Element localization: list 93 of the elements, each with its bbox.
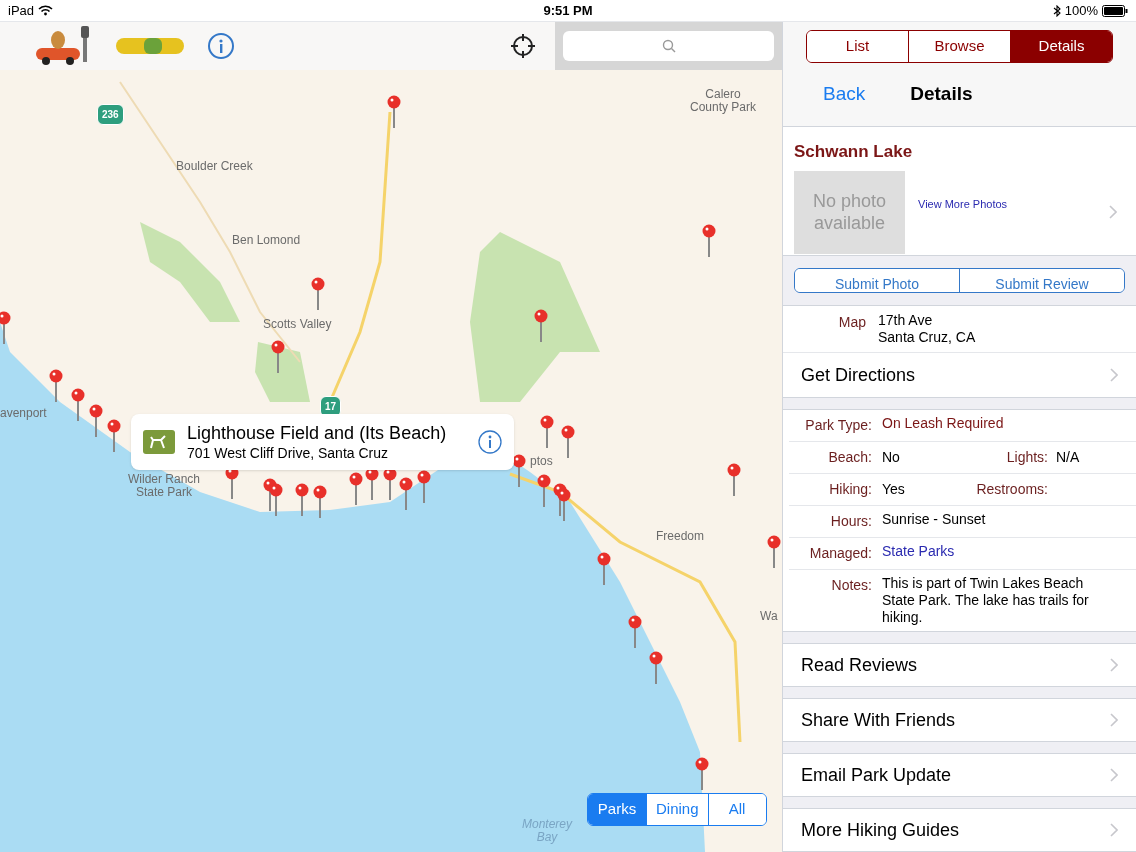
managed-link[interactable]: State Parks xyxy=(882,543,1092,564)
field-label: Restrooms: xyxy=(975,480,1048,499)
locate-icon[interactable] xyxy=(511,34,535,58)
map-place-label: ptos xyxy=(530,455,553,468)
map-pin-icon[interactable] xyxy=(71,388,85,422)
submit-button[interactable]: Submit Photo xyxy=(795,268,959,292)
info-button[interactable] xyxy=(208,33,234,59)
callout-title: Lighthouse Field and (Its Beach) xyxy=(187,422,447,445)
menu-row[interactable]: Share With Friends xyxy=(783,698,1136,742)
field-value: Sunrise - Sunset xyxy=(882,511,987,529)
map-pin-icon[interactable] xyxy=(417,470,431,504)
map-pin-icon[interactable] xyxy=(311,277,325,311)
map-pin-icon[interactable] xyxy=(537,474,551,508)
map-pin-icon[interactable] xyxy=(727,463,741,497)
map-pin-icon[interactable] xyxy=(89,404,103,438)
field-value: Yes xyxy=(882,480,906,499)
map-pin-icon[interactable] xyxy=(540,415,554,449)
search-field[interactable] xyxy=(563,31,774,61)
map-pin-icon[interactable] xyxy=(534,309,548,343)
map-pin-icon[interactable] xyxy=(557,488,571,522)
map-pin-icon[interactable] xyxy=(702,224,716,258)
segment-tab[interactable]: Browse xyxy=(908,31,1010,62)
map-pin-icon[interactable] xyxy=(349,472,363,506)
view-more-photos-link[interactable]: View More Photos xyxy=(918,195,1008,213)
map-place-label: Scotts Valley xyxy=(263,318,332,331)
menu-row[interactable]: Read Reviews xyxy=(783,643,1136,687)
map-pin-icon[interactable] xyxy=(649,651,663,685)
map-pin-icon[interactable] xyxy=(597,552,611,586)
map-pin-icon[interactable] xyxy=(0,311,11,345)
map-pin-icon[interactable] xyxy=(695,757,709,791)
segment-tab[interactable]: Details xyxy=(1010,31,1112,62)
place-name: Schwann Lake xyxy=(794,141,914,163)
menu-row[interactable]: More Hiking Guides xyxy=(783,808,1136,852)
bluetooth-icon xyxy=(1052,4,1061,17)
field-label: Map xyxy=(837,313,866,332)
search-icon xyxy=(661,39,676,53)
field-label: Lights: xyxy=(1005,448,1048,467)
page-title: Details xyxy=(910,82,973,107)
map-place-label: Ben Lomond xyxy=(232,234,301,247)
chevron-right-icon xyxy=(1110,713,1118,727)
map-pin-icon[interactable] xyxy=(107,419,121,453)
field-label: Notes: xyxy=(830,576,872,595)
wifi-icon xyxy=(38,5,54,16)
clock: 9:51 PM xyxy=(543,1,593,20)
battery-percent: 100% xyxy=(1064,1,1098,20)
highway-shield: 236 xyxy=(97,104,124,125)
filter-tab[interactable]: All xyxy=(707,794,766,825)
dog-car-logo xyxy=(34,24,92,68)
field-value: On Leash Required xyxy=(882,415,1005,433)
info-icon[interactable] xyxy=(478,430,502,454)
back-button[interactable]: Back xyxy=(823,80,866,109)
chevron-right-icon xyxy=(1110,768,1118,782)
get-directions-row[interactable]: Get Directions xyxy=(783,353,1136,397)
map-pin-icon[interactable] xyxy=(269,483,283,517)
menu-row[interactable]: Email Park Update xyxy=(783,753,1136,797)
chevron-right-icon xyxy=(1110,823,1118,837)
field-value: This is part of Twin Lakes Beach State Park. The lake has trails for hiking. xyxy=(882,575,1090,626)
filter-tab[interactable]: Parks xyxy=(588,794,646,825)
map-pin-icon[interactable] xyxy=(313,485,327,519)
map-pin-icon[interactable] xyxy=(399,477,413,511)
map-pin-icon[interactable] xyxy=(49,369,63,403)
map-pin-icon[interactable] xyxy=(295,483,309,517)
map-pin-icon[interactable] xyxy=(387,95,401,129)
segment-tab[interactable]: List xyxy=(807,31,908,62)
callout-address: 701 West Cliff Drive, Santa Cruz xyxy=(187,444,388,462)
map-pin-icon[interactable] xyxy=(628,615,642,649)
info-icon xyxy=(218,39,224,53)
chevron-right-icon xyxy=(1110,368,1118,382)
map-place-label: avenport xyxy=(0,407,47,420)
address-text: 17th Ave Santa Cruz, CA xyxy=(878,312,976,346)
map-place-label: Wilder Ranch State Park xyxy=(128,473,201,499)
chevron-right-icon xyxy=(1110,658,1118,672)
field-label: Beach: xyxy=(827,448,872,467)
carrier-label: iPad xyxy=(8,1,35,20)
field-label: Hours: xyxy=(829,512,872,531)
map-pin-icon[interactable] xyxy=(561,425,575,459)
map-pin-icon[interactable] xyxy=(767,535,781,569)
map-place-label: Boulder Creek xyxy=(176,160,253,173)
battery-icon xyxy=(1102,4,1128,17)
submit-button[interactable]: Submit Review xyxy=(959,268,1124,292)
map-place-label: Freedom xyxy=(656,530,705,543)
field-label: Managed: xyxy=(808,544,872,563)
no-photo-text: No photo available xyxy=(812,190,887,234)
field-label: Park Type: xyxy=(804,416,872,435)
field-label: Hiking: xyxy=(828,480,872,499)
map-callout[interactable]: Lighthouse Field and (Its Beach) 701 West Cliff Drive, Santa Cruz xyxy=(131,414,514,470)
map-place-label: Wa xyxy=(760,610,778,623)
field-value: N/A xyxy=(1056,448,1080,467)
map-pin-icon[interactable] xyxy=(271,340,285,374)
chevron-right-icon xyxy=(1109,205,1117,219)
park-area xyxy=(255,342,310,402)
map-place-label: Calero County Park xyxy=(690,88,757,114)
field-value: No xyxy=(882,448,901,467)
